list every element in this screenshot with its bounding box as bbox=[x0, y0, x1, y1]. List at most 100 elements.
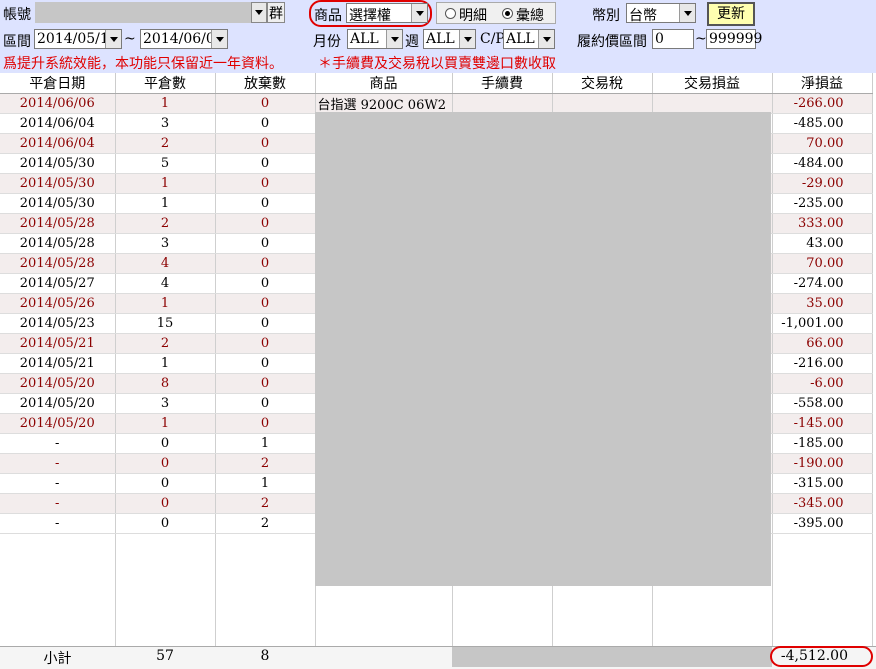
table-cell: 0 bbox=[215, 233, 316, 254]
table-cell bbox=[452, 93, 553, 114]
chevron-down-icon bbox=[255, 10, 263, 15]
table-cell: -484.00 bbox=[772, 153, 873, 174]
table-cell: - bbox=[0, 453, 116, 474]
empty-cell bbox=[452, 591, 553, 610]
table-cell: 2014/05/20 bbox=[0, 413, 116, 434]
account-dropdown-arrow[interactable] bbox=[251, 2, 267, 23]
column-header[interactable]: 平倉日期 bbox=[0, 73, 116, 94]
retention-notice: 爲提升系統效能，本功能只保留近一年資料。 bbox=[3, 56, 283, 72]
table-cell: -235.00 bbox=[772, 193, 873, 214]
table-cell: 2014/06/04 bbox=[0, 133, 116, 154]
table-cell: 4 bbox=[115, 253, 216, 274]
column-header[interactable]: 商品 bbox=[315, 73, 453, 94]
table-cell: 0 bbox=[215, 353, 316, 374]
table-cell: 0 bbox=[215, 213, 316, 234]
table-cell: 台指選 9200C 06W2 bbox=[315, 93, 453, 114]
table-cell: 0 bbox=[215, 293, 316, 314]
table-cell: 2014/05/30 bbox=[0, 173, 116, 194]
column-header[interactable]: 交易稅 bbox=[552, 73, 653, 94]
strike-range-label: 履約價區間 bbox=[577, 34, 647, 50]
table-cell: 2014/05/20 bbox=[0, 393, 116, 414]
view-mode-group: 明細 彙總 bbox=[436, 2, 556, 24]
table-cell: 70.00 bbox=[772, 253, 873, 274]
empty-cell bbox=[0, 553, 116, 572]
table-cell: 1 bbox=[115, 93, 216, 114]
empty-cell bbox=[115, 553, 216, 572]
redacted-block bbox=[315, 112, 771, 586]
detail-radio[interactable] bbox=[445, 8, 456, 19]
column-header[interactable]: 手續費 bbox=[452, 73, 553, 94]
empty-row bbox=[0, 610, 873, 629]
table-cell: 0 bbox=[215, 173, 316, 194]
column-header[interactable]: 淨損益 bbox=[772, 73, 873, 94]
table-cell: 2 bbox=[115, 333, 216, 354]
summary-radio[interactable] bbox=[502, 8, 513, 19]
empty-cell bbox=[215, 553, 316, 572]
cp-select[interactable]: ALL bbox=[503, 29, 555, 49]
table-cell: 1 bbox=[115, 193, 216, 214]
range-separator: ~ bbox=[124, 31, 136, 47]
table-cell: 0 bbox=[215, 373, 316, 394]
product-select-value: 選擇權 bbox=[349, 8, 391, 24]
currency-select-value: 台幣 bbox=[629, 8, 657, 24]
table-cell: -185.00 bbox=[772, 433, 873, 454]
table-cell: 2 bbox=[215, 493, 316, 514]
column-header[interactable]: 平倉數 bbox=[115, 73, 216, 94]
month-select[interactable]: ALL bbox=[347, 29, 403, 49]
currency-select[interactable]: 台幣 bbox=[626, 3, 696, 24]
cp-label: C/P bbox=[480, 31, 505, 47]
column-header[interactable]: 交易損益 bbox=[652, 73, 773, 94]
table-cell: 0 bbox=[215, 193, 316, 214]
currency-label: 幣別 bbox=[592, 8, 620, 24]
empty-cell bbox=[315, 610, 453, 629]
table-row[interactable]: 2014/06/06 1 0 台指選 9200C 06W2 -266.00 bbox=[0, 93, 873, 114]
table-cell: 8 bbox=[115, 373, 216, 394]
table-cell: 4 bbox=[115, 273, 216, 294]
empty-cell bbox=[772, 591, 873, 610]
table-cell: 0 bbox=[115, 453, 216, 474]
table-cell: 2014/05/21 bbox=[0, 353, 116, 374]
strike-range-separator: ~ bbox=[695, 31, 707, 47]
date-to-select[interactable]: 2014/06/08 bbox=[140, 29, 228, 49]
table-cell: 0 bbox=[215, 253, 316, 274]
column-header[interactable]: 放棄數 bbox=[215, 73, 316, 94]
empty-cell bbox=[115, 610, 216, 629]
summary-radio-label: 彙總 bbox=[516, 8, 544, 24]
table-cell: 2 bbox=[115, 133, 216, 154]
table-cell: 70.00 bbox=[772, 133, 873, 154]
strike-from-input[interactable]: 0 bbox=[652, 29, 694, 49]
subtotal-label: 小計 bbox=[43, 651, 72, 667]
table-cell: 3 bbox=[115, 393, 216, 414]
table-cell: -216.00 bbox=[772, 353, 873, 374]
table-cell: -485.00 bbox=[772, 113, 873, 134]
table-cell: 5 bbox=[115, 153, 216, 174]
empty-cell bbox=[0, 591, 116, 610]
table-cell: 1 bbox=[115, 353, 216, 374]
table-cell: 2 bbox=[115, 213, 216, 234]
group-button[interactable]: 群 bbox=[267, 2, 285, 23]
subtotal-close-qty: 57 bbox=[156, 648, 174, 664]
empty-cell bbox=[215, 533, 316, 553]
empty-cell bbox=[452, 610, 553, 629]
table-cell: 2014/05/26 bbox=[0, 293, 116, 314]
table-cell: -558.00 bbox=[772, 393, 873, 414]
strike-to-input[interactable]: 999999 bbox=[706, 29, 762, 49]
product-select[interactable]: 選擇權 bbox=[346, 3, 428, 24]
week-select[interactable]: ALL bbox=[423, 29, 476, 49]
empty-cell bbox=[115, 572, 216, 591]
table-cell: 0 bbox=[215, 133, 316, 154]
table-cell: 2014/05/23 bbox=[0, 313, 116, 334]
subtotal-abandon-qty: 8 bbox=[260, 648, 270, 664]
table-cell: - bbox=[0, 513, 116, 534]
table-cell: 0 bbox=[215, 393, 316, 414]
refresh-button[interactable]: 更新 bbox=[707, 2, 755, 26]
subtotal-row: 小計 57 8 -4,512.00 bbox=[0, 646, 876, 669]
table-cell: -190.00 bbox=[772, 453, 873, 474]
table-cell: 3 bbox=[115, 233, 216, 254]
cp-select-value: ALL bbox=[506, 31, 535, 47]
table-cell: 2014/05/27 bbox=[0, 273, 116, 294]
date-from-select[interactable]: 2014/05/19 bbox=[34, 29, 122, 49]
account-input-masked[interactable] bbox=[35, 2, 251, 23]
table-cell: -1,001.00 bbox=[772, 313, 873, 334]
empty-cell bbox=[0, 533, 116, 553]
